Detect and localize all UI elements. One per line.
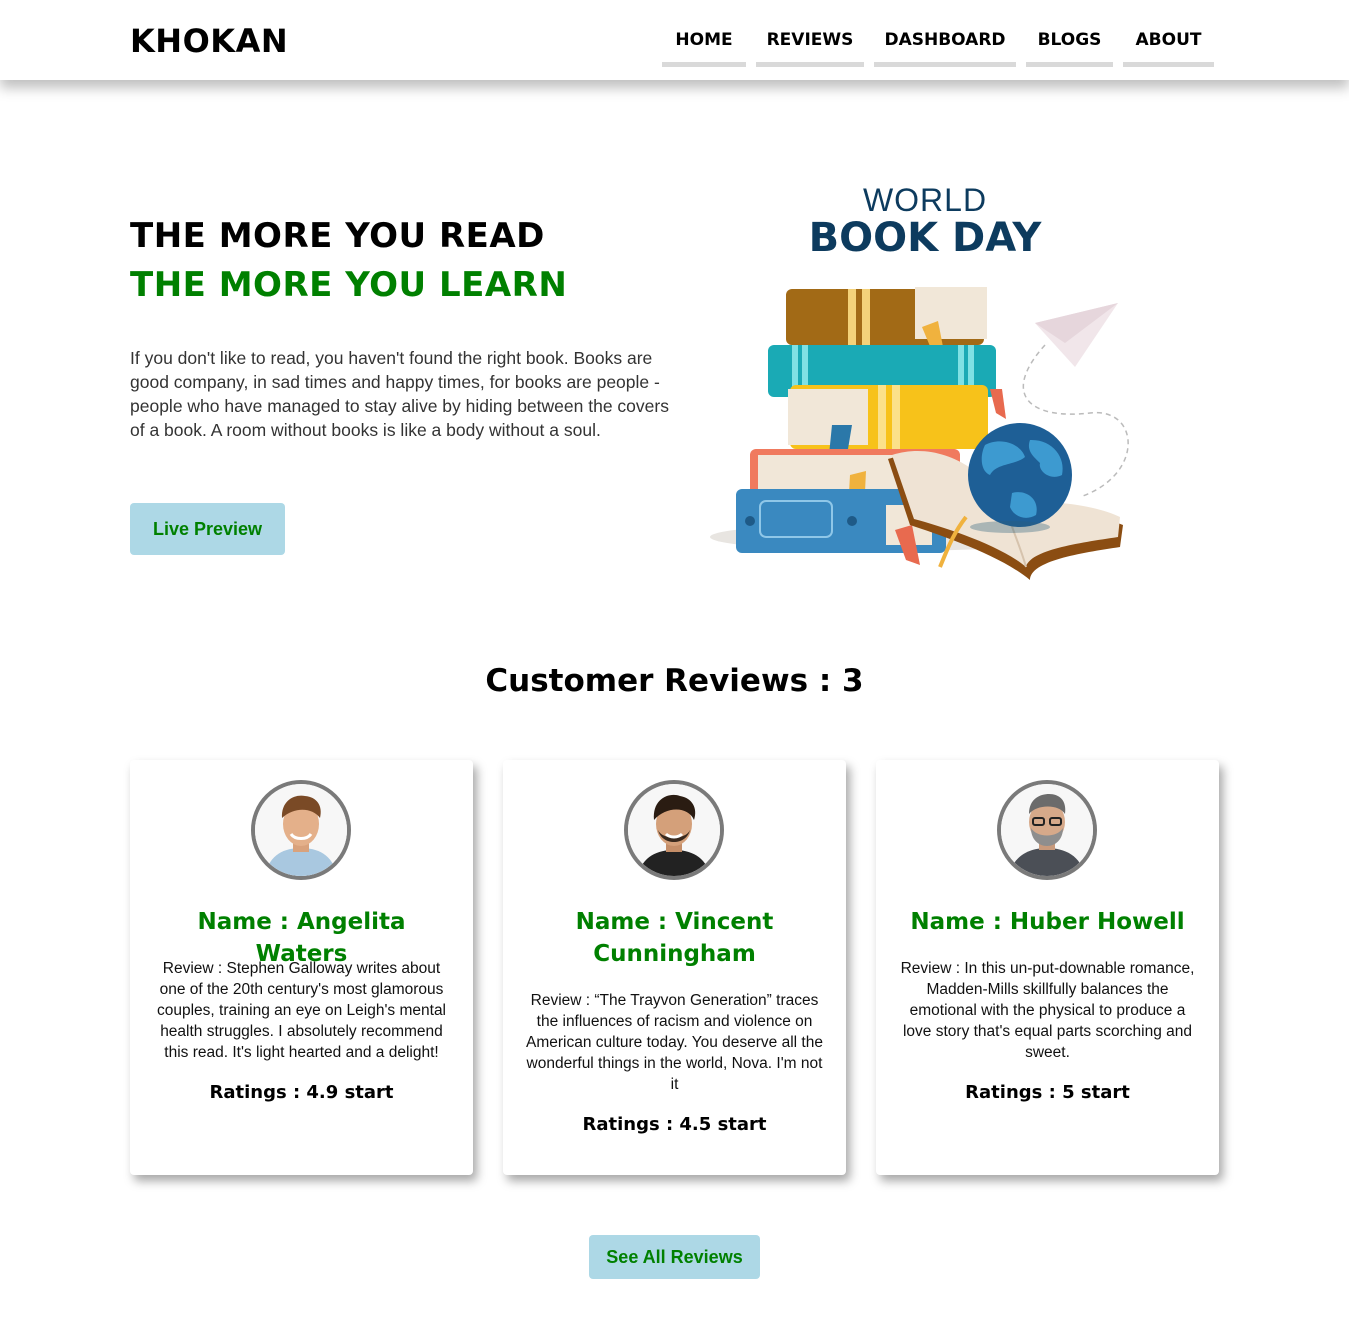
reviewer-name: Name : Huber Howell <box>910 909 1185 935</box>
reviewer-name: Name : Vincent Cunningham <box>575 909 774 967</box>
person-avatar-icon <box>255 784 347 876</box>
nav-item-home[interactable]: HOME <box>662 20 746 67</box>
navbar: KHOKAN HOME REVIEWS DASHBOARD BLOGS ABOU… <box>0 0 1349 80</box>
live-preview-button[interactable]: Live Preview <box>130 503 285 555</box>
art-title-big: BOOK DAY <box>809 215 1043 261</box>
hero-description: If you don't like to read, you haven't f… <box>130 348 669 440</box>
reviews-heading: Customer Reviews : 3 <box>485 663 864 699</box>
avatar <box>997 780 1097 880</box>
world-book-day-illustration: WORLD BOOK DAY <box>710 182 1129 580</box>
see-all-reviews-button[interactable]: See All Reviews <box>589 1235 760 1279</box>
nav-item-about[interactable]: ABOUT <box>1123 20 1214 67</box>
hero-title-line2: THE MORE YOU LEARN <box>130 265 568 305</box>
person-avatar-icon <box>1001 784 1093 876</box>
review-card: Name : Angelita Waters Review : Stephen … <box>130 760 473 1175</box>
art-title-small: WORLD <box>863 182 987 218</box>
review-text: Review : In this un-put-downable romance… <box>900 960 1195 1061</box>
nav-item-reviews[interactable]: REVIEWS <box>756 20 864 67</box>
person-avatar-icon <box>628 784 720 876</box>
brand-logo[interactable]: KHOKAN <box>130 22 288 60</box>
review-card: Name : Vincent Cunningham Review : “The … <box>503 760 846 1175</box>
review-text: Review : “The Trayvon Generation” traces… <box>526 992 823 1093</box>
hero-title-line1: THE MORE YOU READ <box>130 216 545 256</box>
nav-item-dashboard[interactable]: DASHBOARD <box>874 20 1016 67</box>
review-rating: Ratings : 5 start <box>965 1082 1130 1103</box>
review-card: Name : Huber Howell Review : In this un-… <box>876 760 1219 1175</box>
avatar <box>624 780 724 880</box>
avatar <box>251 780 351 880</box>
review-text: Review : Stephen Galloway writes about o… <box>156 960 447 1061</box>
review-rating: Ratings : 4.5 start <box>582 1114 767 1135</box>
nav-item-blogs[interactable]: BLOGS <box>1026 20 1113 67</box>
review-rating: Ratings : 4.9 start <box>209 1082 394 1103</box>
